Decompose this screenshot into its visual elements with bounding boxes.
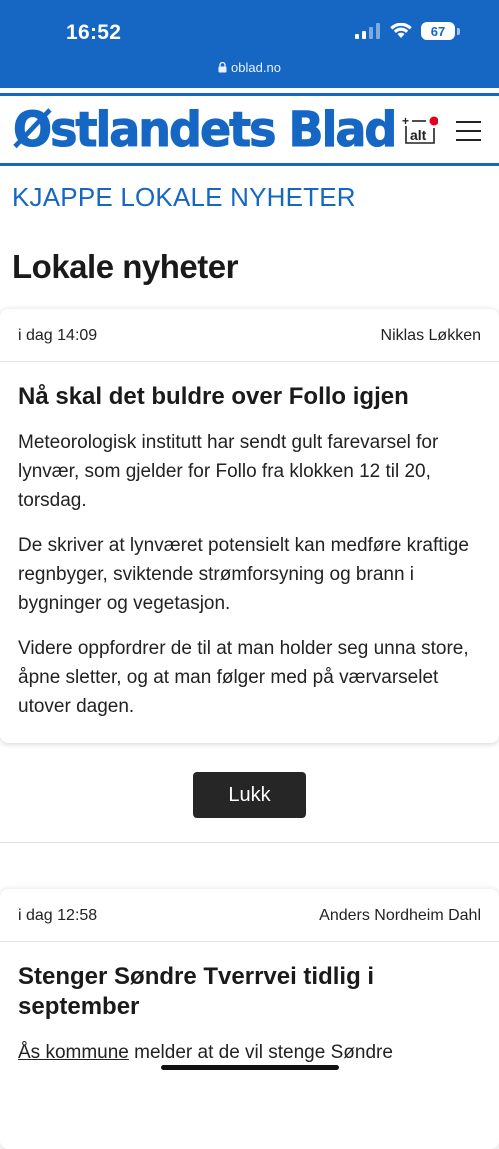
- status-time: 16:52: [66, 21, 122, 44]
- lock-icon: [218, 61, 227, 73]
- status-bar: 16:52 67 oblad.no: [0, 0, 499, 88]
- url-text: oblad.no: [231, 60, 281, 75]
- section-title[interactable]: KJAPPE LOKALE NYHETER: [12, 182, 356, 213]
- card-meta: i dag 12:58 Anders Nordheim Dahl: [0, 889, 499, 942]
- status-icons: 67: [355, 22, 460, 40]
- article-date: i dag 12:58: [18, 907, 98, 924]
- url-bar[interactable]: oblad.no: [0, 60, 499, 75]
- article-headline: Nå skal det buldre over Follo igjen: [18, 383, 409, 410]
- header-top-rule: [0, 93, 499, 96]
- alt-icon-label: alt: [410, 127, 427, 143]
- article-headline: Stenger Søndre Tverrvei tidlig i septemb…: [18, 963, 375, 1020]
- wifi-icon: [390, 23, 412, 38]
- article-author: Niklas Løkken: [380, 327, 481, 344]
- site-header: Østlandets Blad + alt: [0, 88, 499, 168]
- section-divider: [0, 842, 499, 843]
- close-button[interactable]: Lukk: [193, 772, 306, 818]
- article-paragraph: De skriver at lynværet potensielt kan me…: [18, 535, 469, 614]
- news-card[interactable]: i dag 14:09 Niklas Løkken Nå skal det bu…: [0, 309, 499, 743]
- article-author: Anders Nordheim Dahl: [319, 907, 481, 924]
- article-paragraph: Videre oppfordrer de til at man holder s…: [18, 638, 469, 717]
- article-link[interactable]: Ås kommune: [18, 1042, 129, 1063]
- alt-plus-icon[interactable]: + alt: [402, 116, 438, 146]
- site-logo[interactable]: Østlandets Blad: [12, 101, 397, 157]
- article-paragraph-text: melder at de vil stenge Søndre: [128, 1042, 393, 1063]
- article-date: i dag 14:09: [18, 327, 98, 344]
- home-indicator[interactable]: [161, 1065, 339, 1070]
- hamburger-menu-icon[interactable]: [456, 121, 481, 141]
- card-meta: i dag 14:09 Niklas Løkken: [0, 309, 499, 362]
- battery-icon: 67: [421, 22, 460, 40]
- article-paragraph: Meteorologisk institutt har sendt gult f…: [18, 432, 439, 511]
- header-bottom-rule: [0, 163, 499, 166]
- news-card[interactable]: i dag 12:58 Anders Nordheim Dahl Stenger…: [0, 889, 499, 1149]
- cellular-signal-icon: [355, 23, 380, 39]
- page-title: Lokale nyheter: [12, 248, 238, 285]
- article-paragraph: Ås kommune melder at de vil stenge Søndr…: [18, 1038, 481, 1067]
